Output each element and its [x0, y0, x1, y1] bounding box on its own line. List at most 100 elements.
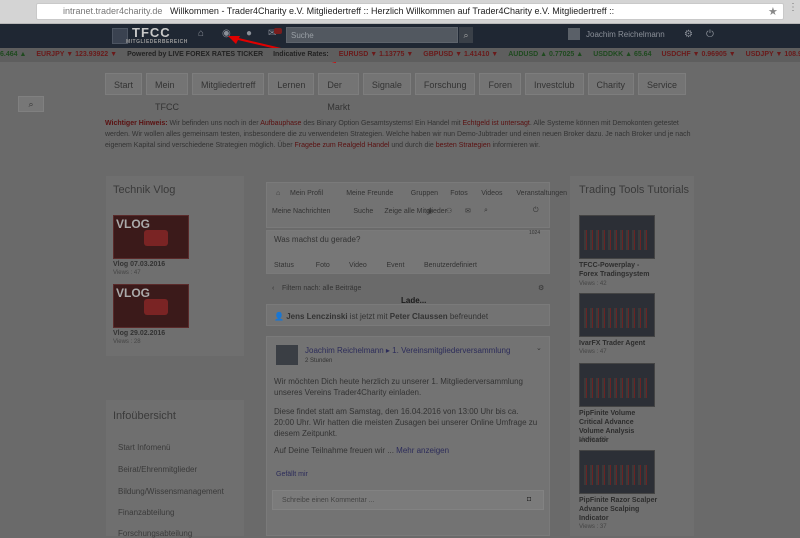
- power-icon[interactable]: ⏻: [533, 207, 539, 215]
- post-type-1[interactable]: Foto: [316, 262, 330, 269]
- post-type-0[interactable]: Status: [274, 262, 294, 269]
- menu-tab-2[interactable]: Mitgliedertreff: [192, 73, 265, 95]
- post-paragraph: Wir möchten Dich heute herzlich zu unser…: [274, 377, 523, 397]
- globe-icon[interactable]: ◉: [427, 207, 433, 215]
- tutorial-thumbnail[interactable]: [579, 293, 655, 337]
- post-menu-icon[interactable]: ⌄: [536, 344, 542, 352]
- ticker-item: 6.464 ▲: [0, 51, 27, 58]
- browser-menu-icon[interactable]: ⋮: [788, 3, 798, 13]
- bookmark-star-icon[interactable]: ★: [768, 5, 778, 18]
- tutorial-thumbnail[interactable]: [579, 215, 655, 259]
- logo-text: TFCC: [132, 25, 171, 40]
- ticker-item: USDDKK ▲ 65.64: [593, 51, 652, 58]
- menu-tab-7[interactable]: Foren: [479, 73, 521, 95]
- page-title: Willkommen - Trader4Charity e.V. Mitglie…: [169, 6, 615, 16]
- profile-nav-link[interactable]: Mein Profil: [290, 190, 323, 197]
- ticker-item: Indicative Rates:: [273, 51, 329, 58]
- profile-nav-link[interactable]: Zeige alle Mitglieder: [384, 208, 447, 215]
- profile-nav-link[interactable]: Veranstaltungen: [516, 190, 567, 197]
- settings-icon[interactable]: ⚙: [684, 29, 693, 40]
- info-heading: Infoübersicht: [113, 410, 176, 422]
- forex-ticker: 6.464 ▲ EURJPY ▼ 123.93922 ▼ Powered by LI…: [0, 48, 800, 62]
- url-host: intranet.trader4charity.de: [63, 6, 163, 16]
- vlog-heading: Technik Vlog: [113, 184, 176, 196]
- post-type-3[interactable]: Event: [387, 262, 405, 269]
- ticker-item: USDJPY ▼ 108.958 ▼: [745, 51, 800, 58]
- menu-tab-1[interactable]: Mein TFCC: [146, 73, 188, 112]
- post-paragraph: Diese findet statt am Samstag, den 16.04…: [274, 407, 538, 438]
- menu-tab-4[interactable]: Der Markt: [318, 73, 359, 112]
- vlog-title[interactable]: Vlog 07.03.2016: [113, 261, 165, 268]
- search-icon[interactable]: ⌕: [484, 207, 488, 215]
- info-item[interactable]: Bildung/Wissensmanagement: [118, 487, 224, 496]
- username[interactable]: Joachim Reichelmann: [586, 30, 665, 39]
- side-search-icon[interactable]: ⌕: [18, 96, 44, 112]
- tutorial-views: Views : 38: [579, 437, 607, 443]
- vlog-views: Views : 28: [113, 339, 141, 345]
- tutorial-thumbnail[interactable]: [579, 450, 655, 494]
- power-icon[interactable]: ⏻: [706, 29, 714, 40]
- user-avatar[interactable]: [568, 28, 580, 40]
- menu-tab-6[interactable]: Forschung: [414, 73, 476, 95]
- ticker-item: EURUSD ▼ 1.13775 ▼: [338, 51, 414, 58]
- profile-nav-link[interactable]: Meine Nachrichten: [272, 208, 330, 215]
- search-icon[interactable]: ⌕: [459, 27, 473, 43]
- site-logo[interactable]: TFCC MITGLIEDERBEREICH: [112, 25, 187, 46]
- filter-label[interactable]: Filtern nach: alle Beiträge: [282, 285, 361, 292]
- friends-icon[interactable]: ⚇: [446, 207, 452, 215]
- home-icon[interactable]: ⌂: [276, 190, 280, 197]
- vlog-thumbnail[interactable]: VLOG: [113, 215, 189, 259]
- vlog-thumbnail[interactable]: VLOG: [113, 284, 189, 328]
- ticker-item: EURJPY ▼ 123.93922 ▼: [36, 51, 118, 58]
- profile-nav-link[interactable]: Videos: [481, 190, 502, 197]
- notice-label: Wichtiger Hinweis:: [105, 120, 168, 127]
- post-author: Joachim Reichelmann ▸ 1. Vereinsmitglied…: [305, 346, 511, 355]
- settings-icon[interactable]: ⚙: [538, 284, 544, 292]
- status-input[interactable]: Was machst du gerade?: [274, 235, 360, 244]
- ticker-item: AUDUSD ▲ 0.77025 ▲: [508, 51, 584, 58]
- post-time: 2 Stunden: [305, 358, 333, 364]
- browser-toolbar: ↻ intranet.trader4charity.de Willkommen …: [0, 0, 800, 24]
- profile-nav-link[interactable]: Suche: [353, 208, 373, 215]
- profile-nav-link[interactable]: Gruppen: [411, 190, 438, 197]
- mail-icon[interactable]: ✉: [465, 207, 471, 215]
- info-item[interactable]: Start Infomenü: [118, 443, 170, 452]
- profile-nav-box: [266, 182, 550, 228]
- ticker-item: Powered by LIVE FOREX RATES TICKER: [127, 51, 264, 58]
- menu-tab-0[interactable]: Start: [105, 73, 143, 95]
- menu-tab-9[interactable]: Charity: [587, 73, 635, 95]
- filter-icon[interactable]: ‹: [272, 285, 274, 292]
- tutorial-thumbnail[interactable]: [579, 363, 655, 407]
- post-type-4[interactable]: Benutzerdefiniert: [424, 262, 477, 269]
- ticker-item: GBPUSD ▼ 1.41410 ▼: [423, 51, 499, 58]
- activity-icon: 👤: [274, 312, 284, 321]
- play-icon: [144, 299, 168, 315]
- post-type-2[interactable]: Video: [349, 262, 367, 269]
- activity-text: 👤 Jens Lenczinski ist jetzt mit Peter Cl…: [274, 312, 489, 321]
- more-link[interactable]: Mehr anzeigen: [396, 446, 449, 455]
- like-link[interactable]: Gefällt mir: [276, 471, 308, 478]
- info-item[interactable]: Finanzabteilung: [118, 508, 174, 517]
- profile-nav-link[interactable]: Meine Freunde: [346, 190, 393, 197]
- tutorial-title[interactable]: IvarFX Trader Agent: [579, 339, 659, 348]
- play-icon: [144, 230, 168, 246]
- camera-icon[interactable]: ◘: [527, 496, 531, 503]
- vlog-views: Views : 47: [113, 270, 141, 276]
- info-item[interactable]: Forschungsabteilung: [118, 529, 192, 538]
- comment-placeholder: Schreibe einen Kommentar ...: [282, 497, 375, 504]
- vlog-title[interactable]: Vlog 29.02.2016: [113, 330, 165, 337]
- info-item[interactable]: Beirat/Ehrenmitglieder: [118, 465, 197, 474]
- menu-tab-5[interactable]: Signale: [362, 73, 411, 95]
- profile-nav-link[interactable]: Fotos: [450, 190, 468, 197]
- important-notice: Wichtiger Hinweis: Wir befinden uns noch…: [105, 120, 691, 149]
- menu-tab-8[interactable]: Investclub: [524, 73, 584, 95]
- tutorial-title[interactable]: PipFinite Razor Scalper Advance Scalping…: [579, 496, 659, 523]
- tutorial-title[interactable]: TFCC-Powerplay - Forex Tradingsystem: [579, 261, 659, 279]
- tutorial-views: Views : 37: [579, 524, 607, 530]
- menu-tab-3[interactable]: Lernen: [268, 73, 315, 95]
- post-author-avatar[interactable]: [276, 345, 298, 365]
- home-icon[interactable]: ⌂: [198, 28, 204, 39]
- ticker-item: USDCHF ▼ 0.96905 ▼: [661, 51, 736, 58]
- menu-tab-10[interactable]: Service: [638, 73, 687, 95]
- address-bar[interactable]: intranet.trader4charity.de Willkommen - …: [36, 3, 784, 20]
